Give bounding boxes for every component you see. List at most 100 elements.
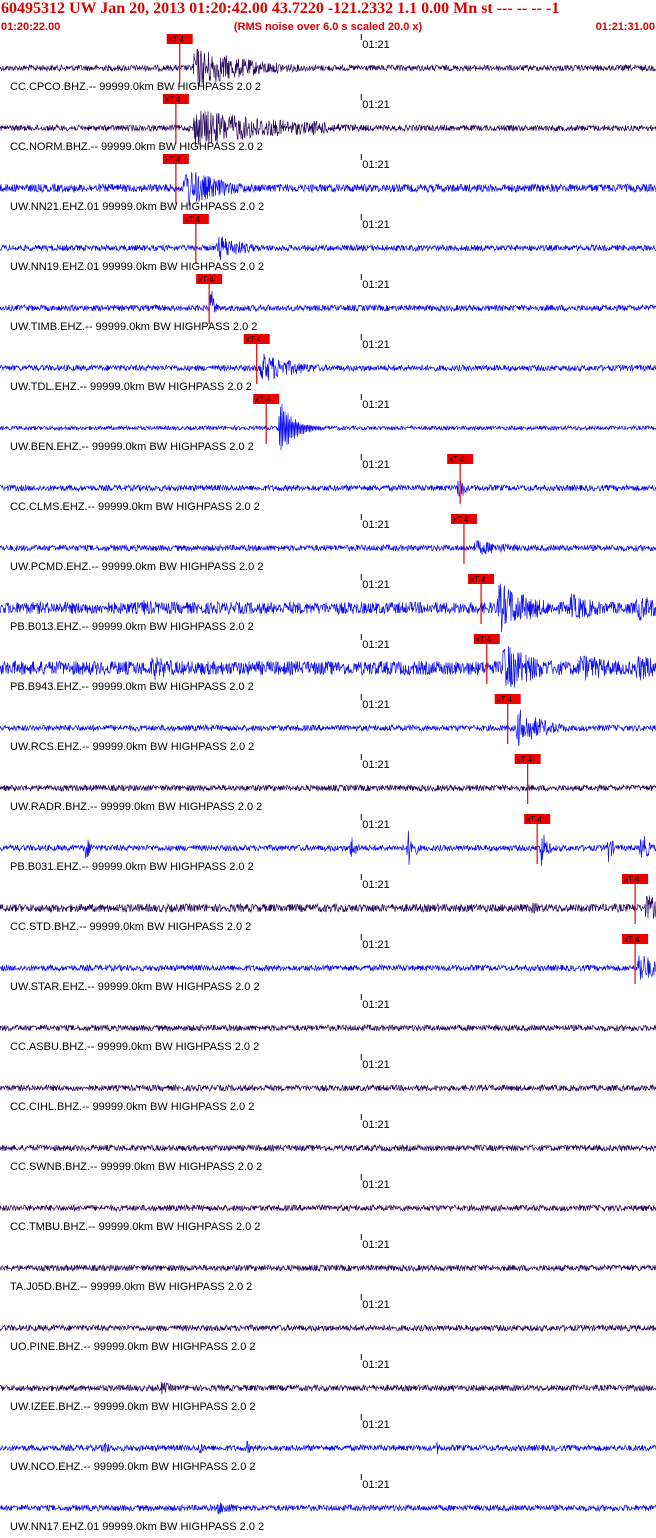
trace-label: UW.BEN.EHZ.-- 99999.0km BW HIGHPASS 2.0 … bbox=[10, 441, 254, 453]
trace-row: 01:21 xT 4 PB.B031.EHZ.-- 99999.0km BW HIG… bbox=[0, 814, 656, 873]
waveform bbox=[0, 540, 656, 555]
waveform bbox=[0, 236, 656, 261]
waveform bbox=[0, 1083, 656, 1093]
pick-label: xT 4 bbox=[497, 695, 513, 704]
pick-label: xT 4 bbox=[255, 395, 271, 404]
minute-label: 01:21 bbox=[362, 279, 390, 291]
minute-label: 01:21 bbox=[362, 459, 390, 471]
waveform bbox=[0, 1502, 656, 1515]
pick-label: xT 4 bbox=[526, 815, 542, 824]
trace-label: UW.TIMB.EHZ.-- 99999.0km BW HIGHPASS 2.0… bbox=[10, 321, 257, 333]
trace-label: UW.NN21.EHZ.01 99999.0km BW HIGHPASS 2.0… bbox=[10, 201, 264, 213]
minute-label: 01:21 bbox=[362, 159, 390, 171]
trace-label: UW.RADR.BHZ.-- 99999.0km BW HIGHPASS 2.0… bbox=[10, 801, 262, 813]
trace-row: 01:21 CC.SWNB.BHZ.-- 99999.0km BW HIGHPAS… bbox=[0, 1114, 656, 1173]
pick-label: xT 4 bbox=[246, 335, 262, 344]
trace-row: 01:21 UW.NN17.EHZ.01 99999.0km BW HIGHPAS… bbox=[0, 1474, 656, 1533]
trace-label: UW.STAR.EHZ.-- 99999.0km BW HIGHPASS 2.0… bbox=[10, 981, 260, 993]
trace-label: PB.B943.EHZ.-- 99999.0km BW HIGHPASS 2.0… bbox=[10, 681, 254, 693]
trace-label: TA.J05D.BHZ.-- 99999.0km BW HIGHPASS 2.0… bbox=[10, 1281, 252, 1293]
pick-label: xT 4 bbox=[185, 215, 201, 224]
trace-label: CC.CPCO.BHZ.-- 99999.0km BW HIGHPASS 2.0… bbox=[10, 81, 261, 93]
trace-row: 01:21 TA.J05D.BHZ.-- 99999.0km BW HIGHPAS… bbox=[0, 1234, 656, 1293]
minute-label: 01:21 bbox=[362, 1479, 390, 1491]
trace-row: 01:21 CC.ASBU.BHZ.-- 99999.0km BW HIGHPAS… bbox=[0, 994, 656, 1053]
pick-label: xT 4 bbox=[517, 755, 533, 764]
waveform bbox=[0, 1381, 656, 1395]
trace-row: 01:21 xT 4 UW.STAR.EHZ.-- 99999.0km BW HIG… bbox=[0, 934, 656, 993]
trace-label: PB.B013.EHZ.-- 99999.0km BW HIGHPASS 2.0… bbox=[10, 621, 254, 633]
trace-label: CC.STD.BHZ.-- 99999.0km BW HIGHPASS 2.0 … bbox=[10, 921, 251, 933]
minute-label: 01:21 bbox=[362, 1119, 390, 1131]
trace-row: 01:21 xT 4 UW.NN21.EHZ.01 99999.0km BW HIG… bbox=[0, 154, 656, 213]
minute-label: 01:21 bbox=[362, 519, 390, 531]
trace-label: PB.B031.EHZ.-- 99999.0km BW HIGHPASS 2.0… bbox=[10, 861, 254, 873]
trace-label: CC.SWNB.BHZ.-- 99999.0km BW HIGHPASS 2.0… bbox=[10, 1161, 262, 1173]
minute-label: 01:21 bbox=[362, 759, 390, 771]
end-time-label: 01:21:31.00 bbox=[595, 21, 655, 33]
trace-row: 01:21 xT 4 UW.RCS.EHZ.-- 99999.0km BW HIGH… bbox=[0, 694, 656, 753]
minute-label: 01:21 bbox=[362, 399, 390, 411]
pick-label: xT 4 bbox=[169, 35, 185, 44]
waveform bbox=[0, 353, 656, 381]
trace-row: 01:21 UW.IZEE.BHZ.-- 99999.0km BW HIGHPAS… bbox=[0, 1354, 656, 1413]
waveform bbox=[0, 895, 656, 919]
pick-label: xT 4 bbox=[198, 275, 214, 284]
trace-row: 01:21 xT 4 UW.BEN.EHZ.-- 99999.0km BW HIGH… bbox=[0, 394, 656, 453]
trace-row: 01:21 xT 4 UW.NN19.EHZ.01 99999.0km BW HIG… bbox=[0, 214, 656, 273]
minute-label: 01:21 bbox=[362, 1419, 390, 1431]
trace-row: 01:21 CC.CIHL.BHZ.-- 99999.0km BW HIGHPAS… bbox=[0, 1054, 656, 1113]
trace-label: UW.NN19.EHZ.01 99999.0km BW HIGHPASS 2.0… bbox=[10, 261, 264, 273]
waveform bbox=[0, 1203, 656, 1213]
trace-label: UW.TDL.EHZ.-- 99999.0km BW HIGHPASS 2.0 … bbox=[10, 381, 252, 393]
waveform bbox=[0, 1143, 656, 1153]
trace-row: 01:21 xT 4 CC.CPCO.BHZ.-- 99999.0km BW HIG… bbox=[0, 34, 656, 93]
minute-label: 01:21 bbox=[362, 1359, 390, 1371]
minute-label: 01:21 bbox=[362, 1299, 390, 1311]
trace-label: UW.IZEE.BHZ.-- 99999.0km BW HIGHPASS 2.0… bbox=[10, 1401, 256, 1413]
trace-label: CC.TMBU.BHZ.-- 99999.0km BW HIGHPASS 2.0… bbox=[10, 1221, 260, 1233]
trace-row: 01:21 xT 4 CC.CLMS.EHZ.-- 99999.0km BW HIG… bbox=[0, 454, 656, 513]
trace-label: UW.NN17.EHZ.01 99999.0km BW HIGHPASS 2.0… bbox=[10, 1521, 264, 1533]
trace-row: 01:21 xT 4 PB.B013.EHZ.-- 99999.0km BW HIG… bbox=[0, 574, 656, 633]
pick-label: xT 4 bbox=[476, 635, 492, 644]
minute-label: 01:21 bbox=[362, 819, 390, 831]
waveform bbox=[0, 1263, 656, 1273]
seismogram-plot: 01:21 xT 4 CC.CPCO.BHZ.-- 99999.0km BW HIG… bbox=[0, 34, 656, 1533]
trace-label: UW.NCO.EHZ.-- 99999.0km BW HIGHPASS 2.0 … bbox=[10, 1461, 256, 1473]
trace-row: 01:21 CC.TMBU.BHZ.-- 99999.0km BW HIGHPAS… bbox=[0, 1174, 656, 1233]
plot-header: 60495312 UW Jan 20, 2013 01:20:42.00 43.… bbox=[0, 0, 656, 34]
trace-label: CC.CLMS.EHZ.-- 99999.0km BW HIGHPASS 2.0… bbox=[10, 501, 260, 513]
trace-label: UO.PINE.BHZ.-- 99999.0km BW HIGHPASS 2.0… bbox=[10, 1341, 256, 1353]
trace-row: 01:21 xT 4 UW.RADR.BHZ.-- 99999.0km BW HIG… bbox=[0, 754, 656, 813]
minute-label: 01:21 bbox=[362, 699, 390, 711]
trace-label: CC.ASBU.BHZ.-- 99999.0km BW HIGHPASS 2.0… bbox=[10, 1041, 259, 1053]
trace-row: 01:21 xT 4 CC.STD.BHZ.-- 99999.0km BW HIGH… bbox=[0, 874, 656, 933]
waveform bbox=[0, 480, 656, 497]
trace-row: 01:21 xT 4 UW.PCMD.EHZ.-- 99999.0km BW HIG… bbox=[0, 514, 656, 573]
trace-row: 01:21 xT 4 CC.NORM.BHZ.-- 99999.0km BW HIG… bbox=[0, 94, 656, 153]
trace-label: CC.NORM.BHZ.-- 99999.0km BW HIGHPASS 2.0… bbox=[10, 141, 263, 153]
pick-label: xT 4 bbox=[624, 875, 640, 884]
event-title: 60495312 UW Jan 20, 2013 01:20:42.00 43.… bbox=[1, 0, 560, 17]
minute-label: 01:21 bbox=[362, 1179, 390, 1191]
minute-label: 01:21 bbox=[362, 39, 390, 51]
minute-label: 01:21 bbox=[362, 339, 390, 351]
minute-label: 01:21 bbox=[362, 1239, 390, 1251]
pick-label: xT 4 bbox=[165, 95, 181, 104]
trace-row: 01:21 UO.PINE.BHZ.-- 99999.0km BW HIGHPAS… bbox=[0, 1294, 656, 1353]
trace-label: UW.RCS.EHZ.-- 99999.0km BW HIGHPASS 2.0 … bbox=[10, 741, 254, 753]
minute-label: 01:21 bbox=[362, 999, 390, 1011]
pick-label: xT 4 bbox=[449, 455, 465, 464]
trace-row: 01:21 xT 4 UW.TIMB.EHZ.-- 99999.0km BW HIG… bbox=[0, 274, 656, 333]
minute-label: 01:21 bbox=[362, 939, 390, 951]
trace-row: 01:21 UW.NCO.EHZ.-- 99999.0km BW HIGHPASS… bbox=[0, 1414, 656, 1473]
waveform bbox=[0, 1440, 656, 1455]
trace-row: 01:21 xT 4 UW.TDL.EHZ.-- 99999.0km BW HIGH… bbox=[0, 334, 656, 393]
trace-row: 01:21 xT 4 PB.B943.EHZ.-- 99999.0km BW HIG… bbox=[0, 634, 656, 693]
waveform bbox=[0, 955, 656, 980]
minute-label: 01:21 bbox=[362, 579, 390, 591]
trace-label: UW.PCMD.EHZ.-- 99999.0km BW HIGHPASS 2.0… bbox=[10, 561, 263, 573]
pick-label: xT 4 bbox=[470, 575, 486, 584]
minute-label: 01:21 bbox=[362, 639, 390, 651]
